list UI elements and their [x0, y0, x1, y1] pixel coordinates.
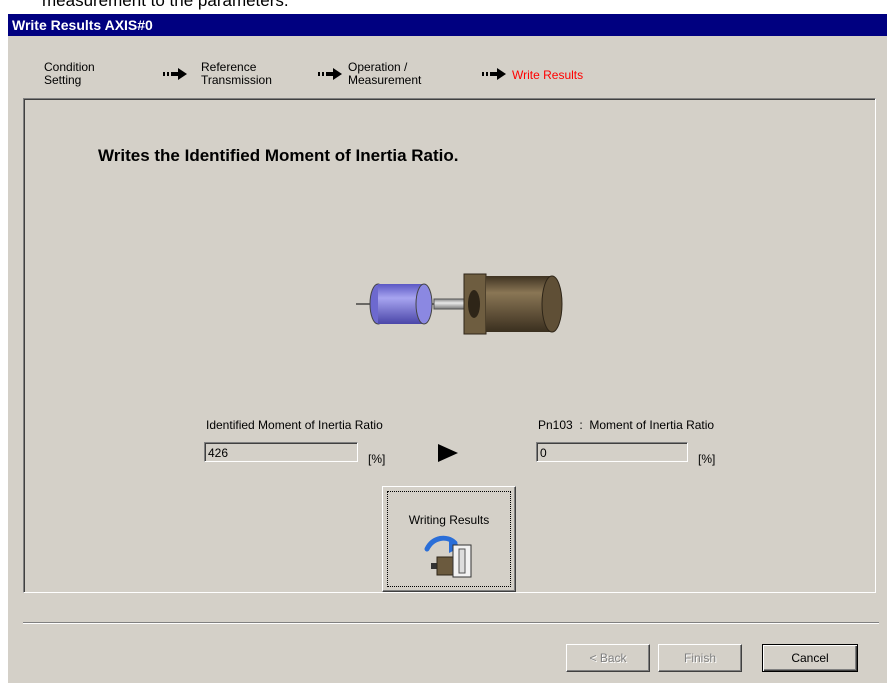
cancel-button[interactable]: Cancel: [762, 644, 858, 672]
step-label-active: Write Results: [512, 68, 584, 82]
load-motor-graphic: [356, 273, 563, 335]
identified-ratio-unit: [%]: [368, 452, 386, 466]
page-heading: Writes the Identified Moment of Inertia …: [98, 146, 459, 165]
right-arrow-icon: [318, 68, 342, 80]
footer-separator: [23, 622, 879, 624]
right-arrow-icon: [163, 68, 187, 80]
step-write-results: Write Results: [512, 69, 583, 82]
step-operation-measurement: Operation / Measurement: [348, 61, 421, 87]
background-text: measurement to the parameters.: [42, 0, 289, 10]
identified-ratio-field: 426: [204, 442, 358, 462]
write-to-motor-icon: [424, 535, 472, 578]
step-condition-setting: Condition Setting: [44, 61, 95, 87]
step-reference-transmission: Reference Transmission: [201, 61, 272, 87]
finish-button[interactable]: Finish: [658, 644, 742, 672]
finish-label: Finish: [683, 651, 716, 665]
step-label-line2: Transmission: [201, 73, 272, 87]
title-bar[interactable]: Write Results AXIS#0: [8, 14, 887, 36]
back-label: < Back: [589, 651, 627, 665]
pn103-label: Pn103 : Moment of Inertia Ratio: [538, 418, 715, 432]
back-button[interactable]: < Back: [566, 644, 650, 672]
play-arrow-icon: [438, 444, 458, 462]
right-arrow-icon: [482, 68, 506, 80]
writing-results-button[interactable]: Writing Results: [382, 486, 516, 592]
pn103-unit: [%]: [698, 452, 716, 466]
step-label-line2: Setting: [44, 73, 82, 87]
identified-ratio-label: Identified Moment of Inertia Ratio: [206, 418, 383, 432]
cancel-label: Cancel: [791, 651, 829, 665]
pn103-field: 0: [536, 442, 688, 462]
window-title: Write Results AXIS#0: [12, 17, 153, 33]
step-label-line2: Measurement: [348, 73, 422, 87]
background-instruction-text: measurement to the parameters.: [0, 0, 887, 14]
writing-results-label: Writing Results: [408, 513, 490, 527]
